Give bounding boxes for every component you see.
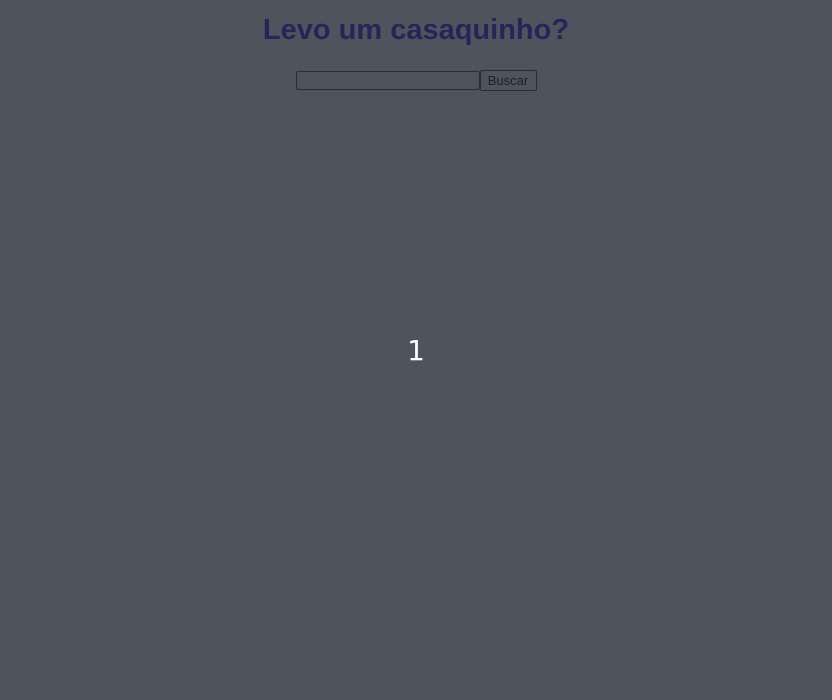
search-input[interactable] xyxy=(295,71,480,90)
page-title: Levo um casaquinho? xyxy=(262,14,570,46)
search-form: Buscar xyxy=(0,70,832,91)
result-value: 1 xyxy=(407,334,425,367)
search-button[interactable]: Buscar xyxy=(479,70,537,91)
